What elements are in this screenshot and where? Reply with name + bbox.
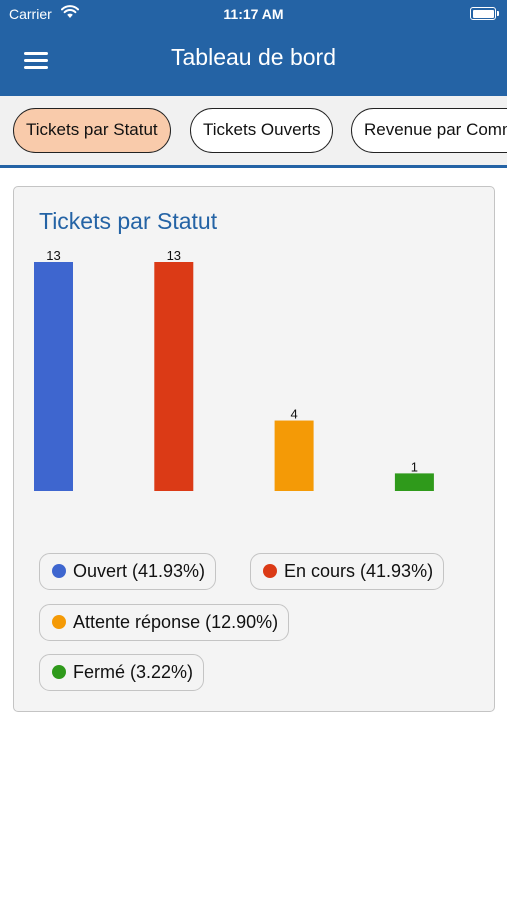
bar-value-label: 4 [290,407,297,422]
tab-tickets-par-statut[interactable]: Tickets par Statut [13,108,171,153]
legend-dot-icon [263,564,277,578]
legend-item-ferme[interactable]: Fermé (3.22%) [39,654,205,691]
legend-item-en-cours[interactable]: En cours (41.93%) [250,553,445,590]
bar-ouvert[interactable] [34,262,73,491]
legend-label: Ouvert (41.93%) [73,561,206,581]
legend-item-attente-reponse[interactable]: Attente réponse (12.90%) [39,604,290,641]
legend-label: Attente réponse (12.90%) [73,612,279,632]
bar-value-label: 1 [411,459,418,474]
chart-card: Tickets par Statut 13 13 4 1 Ouvert (41.93%… [13,186,495,712]
legend-label: Fermé (3.22%) [73,662,194,682]
legend-item-ouvert[interactable]: Ouvert (41.93%) [39,553,217,590]
bar-en-cours[interactable] [154,262,194,491]
status-bar: Carrier 11:17 AM [0,0,507,28]
bar-attente-r-ponse[interactable] [274,420,314,491]
tab-tickets-ouverts[interactable]: Tickets Ouverts [190,108,334,153]
status-time: 11:17 AM [223,6,284,22]
legend-dot-icon [52,564,66,578]
legend-dot-icon [52,615,66,629]
bar-ferm-[interactable] [394,473,434,491]
navigation-bar: Tableau de bord [0,28,507,96]
bar-value-label: 13 [46,248,60,263]
battery-icon [470,7,499,20]
legend-dot-icon [52,665,66,679]
tab-revenue-par-commercial[interactable]: Revenue par Comm [351,108,507,153]
legend-label: En cours (41.93%) [284,561,434,581]
tab-bar: Tickets par Statut Tickets Ouverts Reven… [0,96,507,168]
bar-value-label: 13 [167,248,181,263]
app-header: Carrier 11:17 AM Tableau de bord [0,0,507,96]
page-title: Tableau de bord [171,44,336,70]
